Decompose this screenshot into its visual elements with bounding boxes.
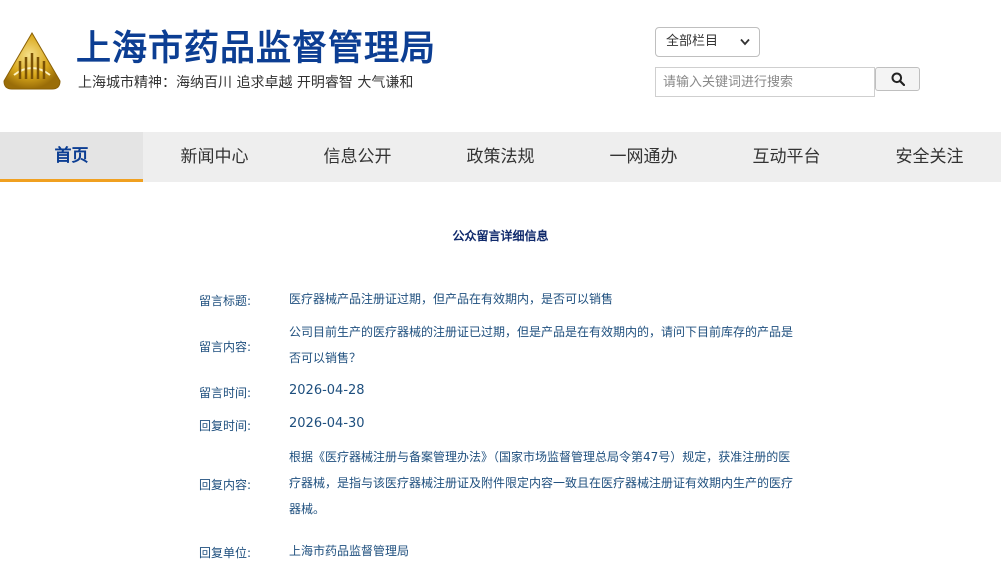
field-value: 2026-04-30: [289, 416, 365, 431]
search-icon: [891, 72, 905, 86]
shanghai-emblem-logo[interactable]: [2, 31, 62, 91]
field-label: 留言标题:: [199, 294, 252, 308]
nav-item-online-services[interactable]: 一网通办: [572, 132, 715, 182]
field-label: 回复时间:: [199, 419, 252, 433]
search-scope-select[interactable]: 全部栏目: [655, 27, 760, 57]
field-value: 公司目前生产的医疗器械的注册证已过期，但是产品是在有效期内的，请问下目前库存的产…: [289, 325, 794, 365]
field-label: 回复单位:: [199, 546, 252, 560]
nav-item-home[interactable]: 首页: [0, 132, 143, 182]
nav-item-policy[interactable]: 政策法规: [429, 132, 572, 182]
site-title[interactable]: 上海市药品监督管理局: [76, 27, 436, 71]
search-scope-selected: 全部栏目: [666, 34, 719, 49]
detail-title: 公众留言详细信息: [452, 229, 549, 243]
chevron-down-icon: [740, 38, 750, 46]
field-value: 根据《医疗器械注册与备案管理办法》（国家市场监督管理总局令第47号）规定，获准注…: [289, 450, 794, 516]
field-label: 留言内容:: [199, 340, 252, 354]
field-value: 2026-04-28: [289, 383, 365, 398]
field-row-content: 留言内容: 公司目前生产的医疗器械的注册证已过期，但是产品是在有效期内的，请问下…: [199, 319, 809, 371]
nav-item-news[interactable]: 新闻中心: [143, 132, 286, 182]
field-row-reply-time: 回复时间: 2026-04-30: [199, 411, 809, 437]
city-slogan: 上海城市精神：海纳百川 追求卓越 开明睿智 大气谦和: [78, 75, 414, 91]
field-row-reply-unit: 回复单位: 上海市药品监督管理局: [199, 538, 809, 564]
search-input[interactable]: [655, 67, 875, 97]
field-row-title: 留言标题: 医疗器械产品注册证过期，但产品在有效期内，是否可以销售: [199, 286, 809, 312]
main-nav: 首页 新闻中心 信息公开 政策法规 一网通办 互动平台 安全关注: [0, 132, 1001, 182]
nav-item-interaction[interactable]: 互动平台: [715, 132, 858, 182]
field-label: 留言时间:: [199, 386, 252, 400]
nav-item-safety[interactable]: 安全关注: [858, 132, 1001, 182]
field-row-message-time: 留言时间: 2026-04-28: [199, 378, 809, 404]
site-header: 上海市药品监督管理局 上海城市精神：海纳百川 追求卓越 开明睿智 大气谦和 全部…: [0, 0, 1001, 132]
field-value: 上海市药品监督管理局: [289, 544, 410, 558]
search-button[interactable]: [875, 67, 920, 91]
field-label: 回复内容:: [199, 478, 252, 492]
field-value: 医疗器械产品注册证过期，但产品在有效期内，是否可以销售: [289, 292, 614, 306]
nav-item-info-disclosure[interactable]: 信息公开: [286, 132, 429, 182]
field-row-reply-content: 回复内容: 根据《医疗器械注册与备案管理办法》（国家市场监督管理总局令第47号）…: [199, 444, 809, 522]
